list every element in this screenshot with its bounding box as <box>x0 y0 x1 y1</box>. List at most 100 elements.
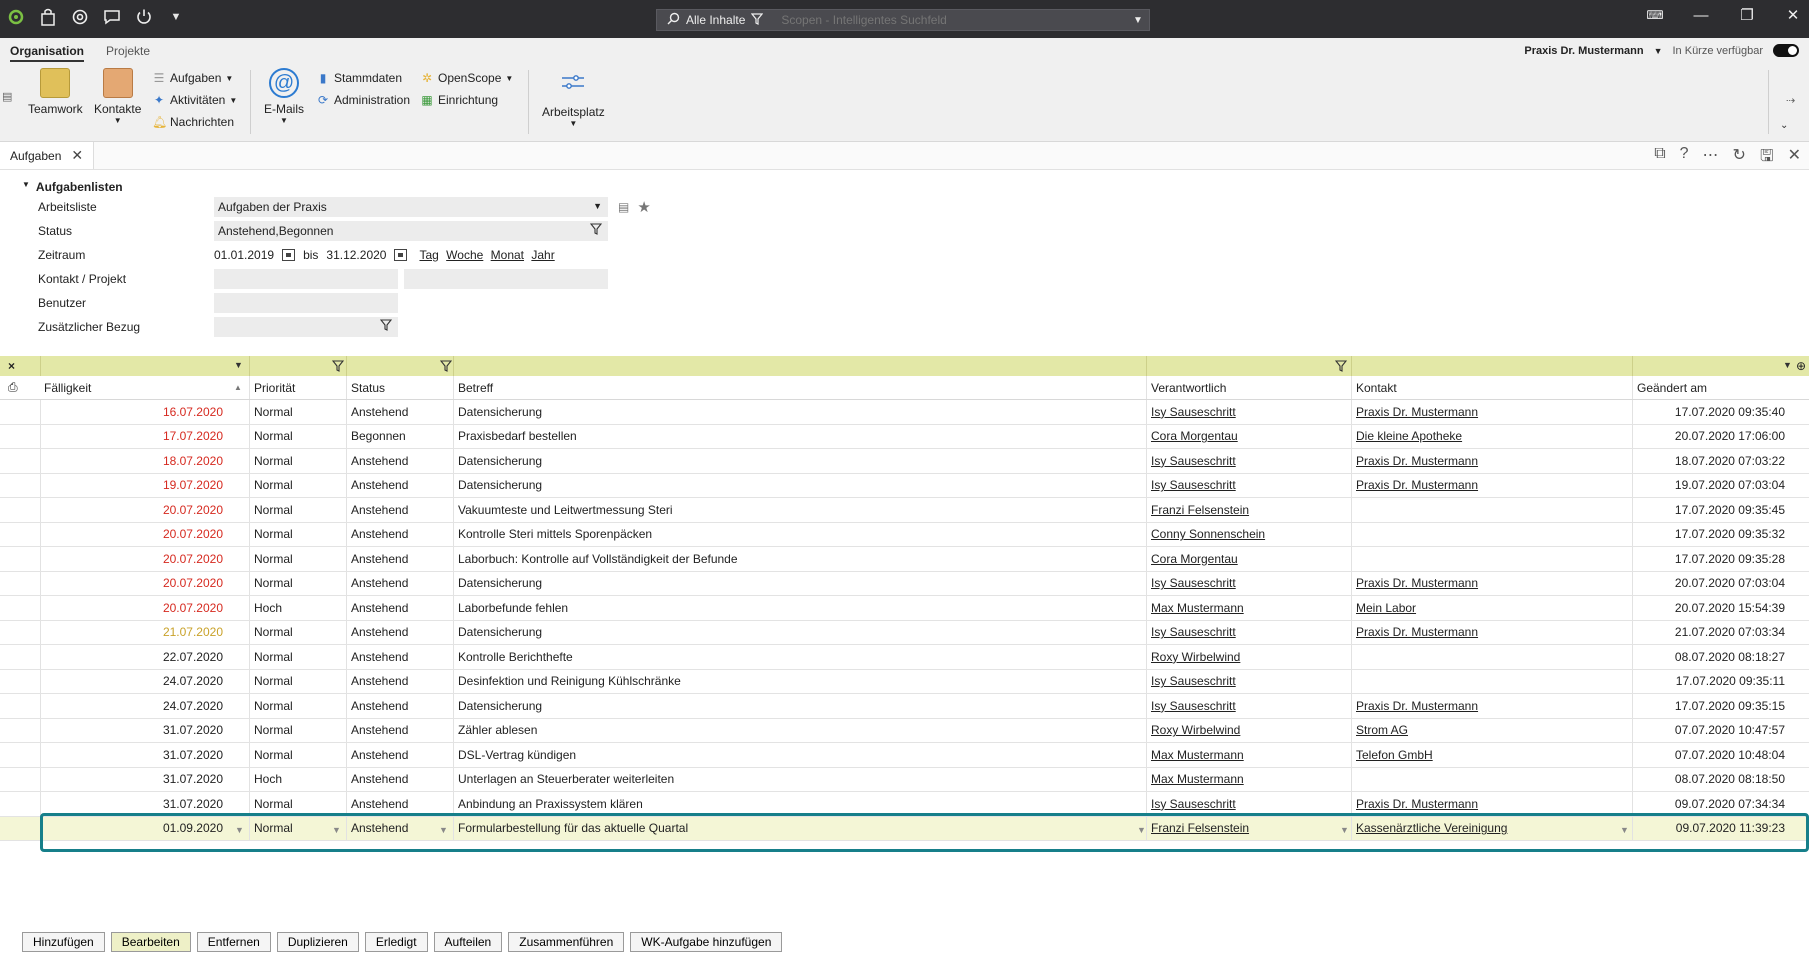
period-to[interactable]: 31.12.2020 <box>326 248 386 262</box>
edit-button[interactable]: Bearbeiten <box>110 932 191 952</box>
search-scope-selector[interactable]: Alle Inhalte <box>657 12 771 28</box>
table-row[interactable]: 31.07.2020 Hoch Anstehend Unterlagen an Ste… <box>0 767 1809 792</box>
print-icon[interactable]: ⎙ <box>4 376 34 399</box>
owner-cell[interactable]: Isy Sauseschritt <box>1147 474 1351 498</box>
split-button[interactable]: Aufteilen <box>433 932 503 952</box>
owner-cell-text[interactable]: Roxy Wirbelwind <box>1151 650 1240 664</box>
contact-cell-text[interactable]: Strom AG <box>1356 723 1408 737</box>
emails-button[interactable]: @ E-Mails ▼ <box>264 68 304 125</box>
done-button[interactable]: Erledigt <box>364 932 428 952</box>
add-button[interactable]: Hinzufügen <box>22 932 105 952</box>
col-header-changed[interactable]: Geändert am <box>1633 376 1809 399</box>
owner-cell[interactable]: Cora Morgentau <box>1147 425 1351 449</box>
ribbon-tab-projekte[interactable]: Projekte <box>106 44 150 62</box>
owner-cell[interactable]: Franzi Felsenstein <box>1147 498 1351 522</box>
reload-icon[interactable]: ↻ <box>1733 145 1746 172</box>
workplace-button[interactable]: Arbeitsplatz ▼ <box>542 68 605 128</box>
contact-cell[interactable] <box>1352 547 1632 571</box>
owner-cell[interactable]: Max Mustermann <box>1147 768 1351 792</box>
contact-cell[interactable]: Strom AG <box>1352 719 1632 743</box>
contact-cell[interactable]: Mein Labor <box>1352 596 1632 620</box>
power-icon[interactable] <box>134 6 154 28</box>
owner-cell-text[interactable]: Max Mustermann <box>1151 772 1244 786</box>
master-data-button[interactable]: ▮ Stammdaten <box>316 68 410 88</box>
col-header-status[interactable]: Status <box>347 376 453 399</box>
owner-cell[interactable]: Roxy Wirbelwind <box>1147 645 1351 669</box>
close-icon[interactable]: ✕ <box>1781 6 1805 24</box>
owner-cell-text[interactable]: Isy Sauseschritt <box>1151 576 1236 590</box>
keyboard-icon[interactable]: ⌨ <box>1643 8 1667 22</box>
ribbon-scroll-icon[interactable]: ⇢ <box>1786 94 1795 107</box>
owner-cell-text[interactable]: Conny Sonnenschein <box>1151 527 1265 541</box>
ribbon-collapse-left-icon[interactable]: ▤ <box>2 90 12 103</box>
chat-icon[interactable] <box>102 6 122 28</box>
close-icon[interactable]: ✕ <box>1788 145 1801 172</box>
owner-cell-text[interactable]: Isy Sauseschritt <box>1151 478 1236 492</box>
owner-cell-text[interactable]: Isy Sauseschritt <box>1151 674 1236 688</box>
period-link-monat[interactable]: Monat <box>491 248 524 262</box>
col-header-due[interactable]: Fälligkeit <box>40 376 230 399</box>
openscope-button[interactable]: ✲ OpenScope ▼ <box>420 68 513 88</box>
owner-cell-text[interactable]: Isy Sauseschritt <box>1151 405 1236 419</box>
clear-filter-icon[interactable]: × <box>4 356 34 376</box>
owner-cell[interactable]: Conny Sonnenschein <box>1147 523 1351 547</box>
owner-cell[interactable]: Isy Sauseschritt <box>1147 572 1351 596</box>
owner-cell-text[interactable]: Max Mustermann <box>1151 748 1244 762</box>
chevron-down-icon[interactable]: ▼ <box>234 360 243 370</box>
tab-aufgaben[interactable]: Aufgaben ✕ <box>0 142 95 169</box>
table-row[interactable]: 20.07.2020 Normal Anstehend Datensicherung I… <box>0 571 1809 596</box>
owner-cell-text[interactable]: Isy Sauseschritt <box>1151 625 1236 639</box>
setup-button[interactable]: ▦ Einrichtung <box>420 90 513 110</box>
contact-cell[interactable] <box>1352 523 1632 547</box>
tasks-button[interactable]: ☰ Aufgaben ▼ <box>152 68 237 88</box>
contact-cell[interactable]: Praxis Dr. Mustermann <box>1352 792 1632 816</box>
contact-cell-text[interactable]: Praxis Dr. Mustermann <box>1356 478 1478 492</box>
owner-cell[interactable]: Isy Sauseschritt <box>1147 670 1351 694</box>
contact-cell[interactable]: Praxis Dr. Mustermann <box>1352 400 1632 424</box>
owner-cell[interactable]: Isy Sauseschritt <box>1147 621 1351 645</box>
teamwork-button[interactable]: Teamwork <box>28 68 83 116</box>
contact-cell-text[interactable]: Praxis Dr. Mustermann <box>1356 454 1478 468</box>
contact-cell[interactable]: Praxis Dr. Mustermann <box>1352 572 1632 596</box>
priority-filter-icon[interactable] <box>328 356 348 376</box>
table-row[interactable]: 31.07.2020 Normal Anstehend DSL-Vertrag kün… <box>0 743 1809 768</box>
table-row[interactable]: 17.07.2020 Normal Begonnen Praxisbedarf bes… <box>0 424 1809 449</box>
add-column-icon[interactable]: ⊕ <box>1794 356 1809 376</box>
table-row[interactable]: 19.07.2020 Normal Anstehend Datensicherung I… <box>0 473 1809 498</box>
owner-cell-text[interactable]: Isy Sauseschritt <box>1151 797 1236 811</box>
period-link-tag[interactable]: Tag <box>419 248 438 262</box>
owner-cell[interactable]: Isy Sauseschritt <box>1147 400 1351 424</box>
save-icon[interactable]: 🖫︎ <box>1760 145 1774 172</box>
owner-cell[interactable]: Cora Morgentau <box>1147 547 1351 571</box>
table-row[interactable]: 21.07.2020 Normal Anstehend Datensicherung I… <box>0 620 1809 645</box>
copy-window-icon[interactable]: ⧉ <box>1654 145 1665 172</box>
status-select[interactable]: Anstehend,Begonnen <box>214 221 608 241</box>
contact-cell-text[interactable]: Mein Labor <box>1356 601 1416 615</box>
contacts-button[interactable]: Kontakte ▼ <box>94 68 141 125</box>
ribbon-tab-organisation[interactable]: Organisation <box>10 44 85 62</box>
owner-cell[interactable]: Max Mustermann <box>1147 596 1351 620</box>
col-header-priority[interactable]: Priorität <box>250 376 346 399</box>
table-row[interactable]: 22.07.2020 Normal Anstehend Kontrolle Beric… <box>0 645 1809 670</box>
period-link-jahr[interactable]: Jahr <box>531 248 554 262</box>
owner-cell-text[interactable]: Cora Morgentau <box>1151 429 1238 443</box>
contact-cell[interactable]: Praxis Dr. Mustermann <box>1352 694 1632 718</box>
owner-cell-text[interactable]: Roxy Wirbelwind <box>1151 723 1240 737</box>
add-wk-task-button[interactable]: WK-Aufgabe hinzufügen <box>630 932 783 952</box>
duplicate-button[interactable]: Duplizieren <box>276 932 359 952</box>
table-row[interactable]: 20.07.2020 Normal Anstehend Laborbuch: Kont… <box>0 547 1809 572</box>
contact-cell-text[interactable]: Praxis Dr. Mustermann <box>1356 625 1478 639</box>
search-dropdown-icon[interactable]: ▼ <box>1127 15 1149 26</box>
contact-cell[interactable] <box>1352 645 1632 669</box>
contact-cell-text[interactable]: Die kleine Apotheke <box>1356 429 1462 443</box>
extra-select[interactable] <box>214 317 398 337</box>
owner-cell-text[interactable]: Isy Sauseschritt <box>1151 699 1236 713</box>
help-icon[interactable]: ? <box>1680 145 1689 172</box>
owner-filter-icon[interactable] <box>1331 356 1351 376</box>
period-from[interactable]: 01.01.2019 <box>214 248 274 262</box>
user-input[interactable] <box>214 293 398 313</box>
owner-cell[interactable]: Isy Sauseschritt <box>1147 792 1351 816</box>
col-header-owner[interactable]: Verantwortlich <box>1147 376 1351 399</box>
contact-cell[interactable] <box>1352 498 1632 522</box>
contact-cell[interactable]: Praxis Dr. Mustermann <box>1352 474 1632 498</box>
